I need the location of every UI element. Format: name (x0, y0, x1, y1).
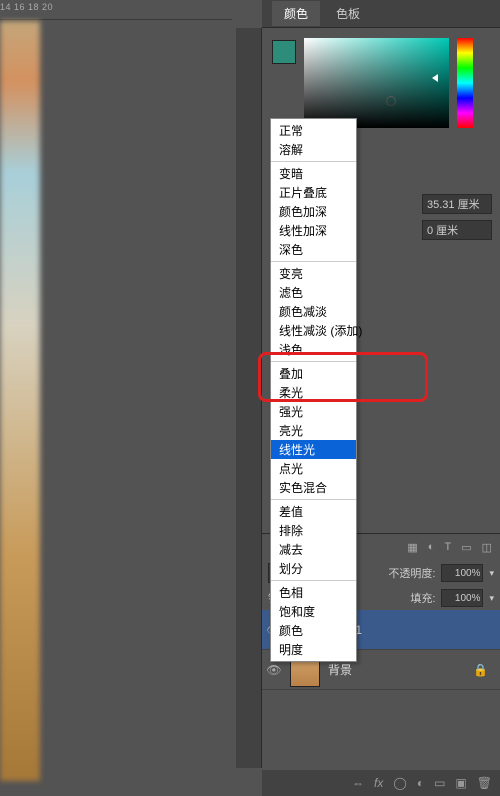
hue-slider-handle[interactable] (432, 74, 438, 82)
blend-mode-option[interactable]: 明度 (271, 640, 356, 659)
color-panel-tabs: 颜色 色板 (262, 0, 500, 28)
hue-slider[interactable] (457, 38, 473, 128)
blend-mode-option[interactable]: 线性减淡 (添加) (271, 321, 356, 340)
blend-mode-option[interactable]: 线性加深 (271, 221, 356, 240)
fill-input[interactable] (441, 589, 483, 607)
new-layer-icon[interactable]: ▣ (455, 776, 466, 790)
blend-mode-option[interactable]: 排除 (271, 521, 356, 540)
group-icon[interactable]: ▭ (434, 776, 445, 790)
blend-mode-option[interactable]: 划分 (271, 559, 356, 578)
color-field[interactable] (304, 38, 449, 128)
blend-mode-option[interactable]: 色相 (271, 583, 356, 602)
panel-dock-strip[interactable] (236, 28, 262, 768)
foreground-color-swatch[interactable] (272, 40, 296, 64)
filter-shape-icon[interactable]: ▭ (461, 541, 471, 554)
blend-mode-option[interactable]: 颜色加深 (271, 202, 356, 221)
layers-footer: ⇔ fx ◯ ◐ ▭ ▣ 🗑 (262, 770, 500, 796)
filter-adjust-icon[interactable]: ◐ (428, 541, 435, 553)
layer-name[interactable]: 背景 (328, 661, 352, 678)
chevron-down-icon[interactable]: ▾ (489, 568, 494, 579)
filter-smart-icon[interactable]: ◫ (482, 541, 492, 554)
tab-swatches[interactable]: 色板 (324, 1, 372, 26)
blend-mode-option[interactable]: 浅色 (271, 340, 356, 359)
opacity-input[interactable] (441, 564, 483, 582)
fill-label: 填充: (410, 590, 435, 606)
blend-mode-option[interactable]: 亮光 (271, 421, 356, 440)
blend-mode-option[interactable]: 正片叠底 (271, 183, 356, 202)
document-image[interactable] (0, 21, 40, 781)
blend-mode-option[interactable]: 颜色 (271, 621, 356, 640)
mask-icon[interactable]: ◯ (393, 776, 406, 790)
link-layers-icon[interactable]: ⇔ (352, 776, 364, 790)
blend-mode-option[interactable]: 滤色 (271, 283, 356, 302)
blend-mode-option[interactable]: 溶解 (271, 140, 356, 159)
lock-icon: 🔒 (473, 663, 488, 677)
blend-mode-option[interactable]: 强光 (271, 402, 356, 421)
blend-mode-option[interactable]: 变暗 (271, 164, 356, 183)
color-picker-indicator (386, 96, 396, 106)
blend-mode-option[interactable]: 点光 (271, 459, 356, 478)
filter-text-icon[interactable]: T (444, 541, 451, 553)
chevron-down-icon[interactable]: ▾ (489, 593, 494, 604)
blend-mode-menu[interactable]: 正常溶解变暗正片叠底颜色加深线性加深深色变亮滤色颜色减淡线性减淡 (添加)浅色叠… (270, 118, 357, 662)
filter-pixel-icon[interactable]: ▦ (407, 541, 417, 554)
blend-mode-option[interactable]: 深色 (271, 240, 356, 259)
adjustment-icon[interactable]: ◐ (417, 776, 424, 790)
blend-mode-option[interactable]: 差值 (271, 502, 356, 521)
blend-mode-option[interactable]: 柔光 (271, 383, 356, 402)
blend-mode-option[interactable]: 变亮 (271, 264, 356, 283)
tab-color[interactable]: 颜色 (272, 1, 320, 26)
trash-icon[interactable]: 🗑 (477, 776, 492, 790)
width-input[interactable] (422, 194, 492, 214)
fx-icon[interactable]: fx (374, 776, 383, 790)
blend-mode-option[interactable]: 线性光 (271, 440, 356, 459)
blend-mode-option[interactable]: 饱和度 (271, 602, 356, 621)
blend-mode-option[interactable]: 叠加 (271, 364, 356, 383)
blend-mode-option[interactable]: 正常 (271, 121, 356, 140)
opacity-label: 不透明度: (388, 565, 435, 581)
blend-mode-option[interactable]: 实色混合 (271, 478, 356, 497)
blend-mode-option[interactable]: 颜色减淡 (271, 302, 356, 321)
blend-mode-option[interactable]: 减去 (271, 540, 356, 559)
visibility-toggle-icon[interactable]: 👁 (266, 663, 282, 677)
ruler-horizontal (0, 0, 232, 20)
canvas-area[interactable] (0, 0, 232, 796)
